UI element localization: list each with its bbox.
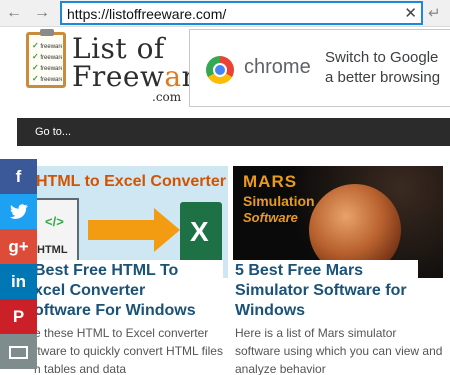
linkedin-share-button[interactable]: in bbox=[0, 264, 37, 299]
arrow-icon bbox=[88, 220, 158, 240]
browser-address-bar: ← → https://listoffreeware.com/ ✕ ↵ bbox=[0, 0, 450, 27]
logo-domain: .com bbox=[152, 90, 182, 104]
clipboard-item: ✓ freeware bbox=[32, 41, 62, 50]
twitter-icon bbox=[0, 194, 37, 229]
url-input[interactable]: https://listoffreeware.com/ ✕ bbox=[60, 1, 423, 25]
clipboard-clip bbox=[40, 29, 54, 36]
html-document-icon: </> HTML bbox=[33, 198, 79, 266]
pinterest-share-button[interactable]: P bbox=[0, 299, 37, 334]
google-plus-icon: g+ bbox=[8, 237, 29, 256]
linkedin-icon: in bbox=[10, 272, 27, 291]
clipboard-item: ✓ freeware bbox=[32, 63, 62, 72]
goto-menu[interactable]: Go to... bbox=[35, 126, 71, 138]
article-description: e these HTML to Excel converter ftware t… bbox=[34, 326, 223, 375]
mail-icon bbox=[9, 346, 28, 359]
thumbnail-text: Software bbox=[243, 210, 298, 225]
thumbnail-title: HTML to Excel Converter bbox=[36, 173, 226, 190]
thumbnail-text: MARS bbox=[243, 172, 298, 191]
article-title-link[interactable]: 5 Best Free Mars Simulator Software for … bbox=[230, 260, 418, 321]
clipboard-icon: ✓ freeware ✓ freeware ✓ freeware ✓ freew… bbox=[26, 29, 66, 88]
email-share-button[interactable] bbox=[0, 334, 37, 369]
google-plus-share-button[interactable]: g+ bbox=[0, 229, 37, 264]
chrome-ad-banner[interactable]: chrome Switch to Google a better browsin… bbox=[189, 29, 450, 107]
arrow-head bbox=[154, 208, 180, 252]
facebook-share-button[interactable]: f bbox=[0, 159, 37, 194]
clipboard-item: ✓ freeware bbox=[32, 74, 62, 83]
clipboard-item: ✓ freeware bbox=[32, 52, 62, 61]
chrome-logo-icon bbox=[206, 56, 234, 84]
site-nav-bar[interactable]: Go to... bbox=[17, 118, 450, 146]
back-arrow-icon[interactable]: ← bbox=[4, 4, 24, 22]
enter-icon[interactable]: ↵ bbox=[428, 4, 441, 22]
pinterest-icon: P bbox=[12, 307, 25, 326]
excel-icon: X bbox=[180, 202, 222, 264]
ad-brand: chrome bbox=[244, 56, 311, 78]
facebook-icon: f bbox=[15, 167, 22, 186]
article-description: Here is a list of Mars simulator softwar… bbox=[235, 326, 443, 375]
twitter-share-button[interactable] bbox=[0, 194, 37, 229]
clear-icon[interactable]: ✕ bbox=[404, 4, 417, 22]
ad-text: Switch to Google a better browsing bbox=[325, 49, 441, 86]
url-text[interactable]: https://listoffreeware.com/ bbox=[67, 6, 226, 22]
article-title-link[interactable]: Best Free HTML To xcel Converter oftware… bbox=[28, 260, 223, 321]
forward-arrow-icon[interactable]: → bbox=[32, 4, 52, 22]
page-root: ← → https://listoffreeware.com/ ✕ ↵ ✓ fr… bbox=[0, 0, 450, 375]
thumbnail-text: Simulation bbox=[243, 193, 315, 209]
site-logo[interactable]: ✓ freeware ✓ freeware ✓ freeware ✓ freew… bbox=[22, 29, 212, 105]
